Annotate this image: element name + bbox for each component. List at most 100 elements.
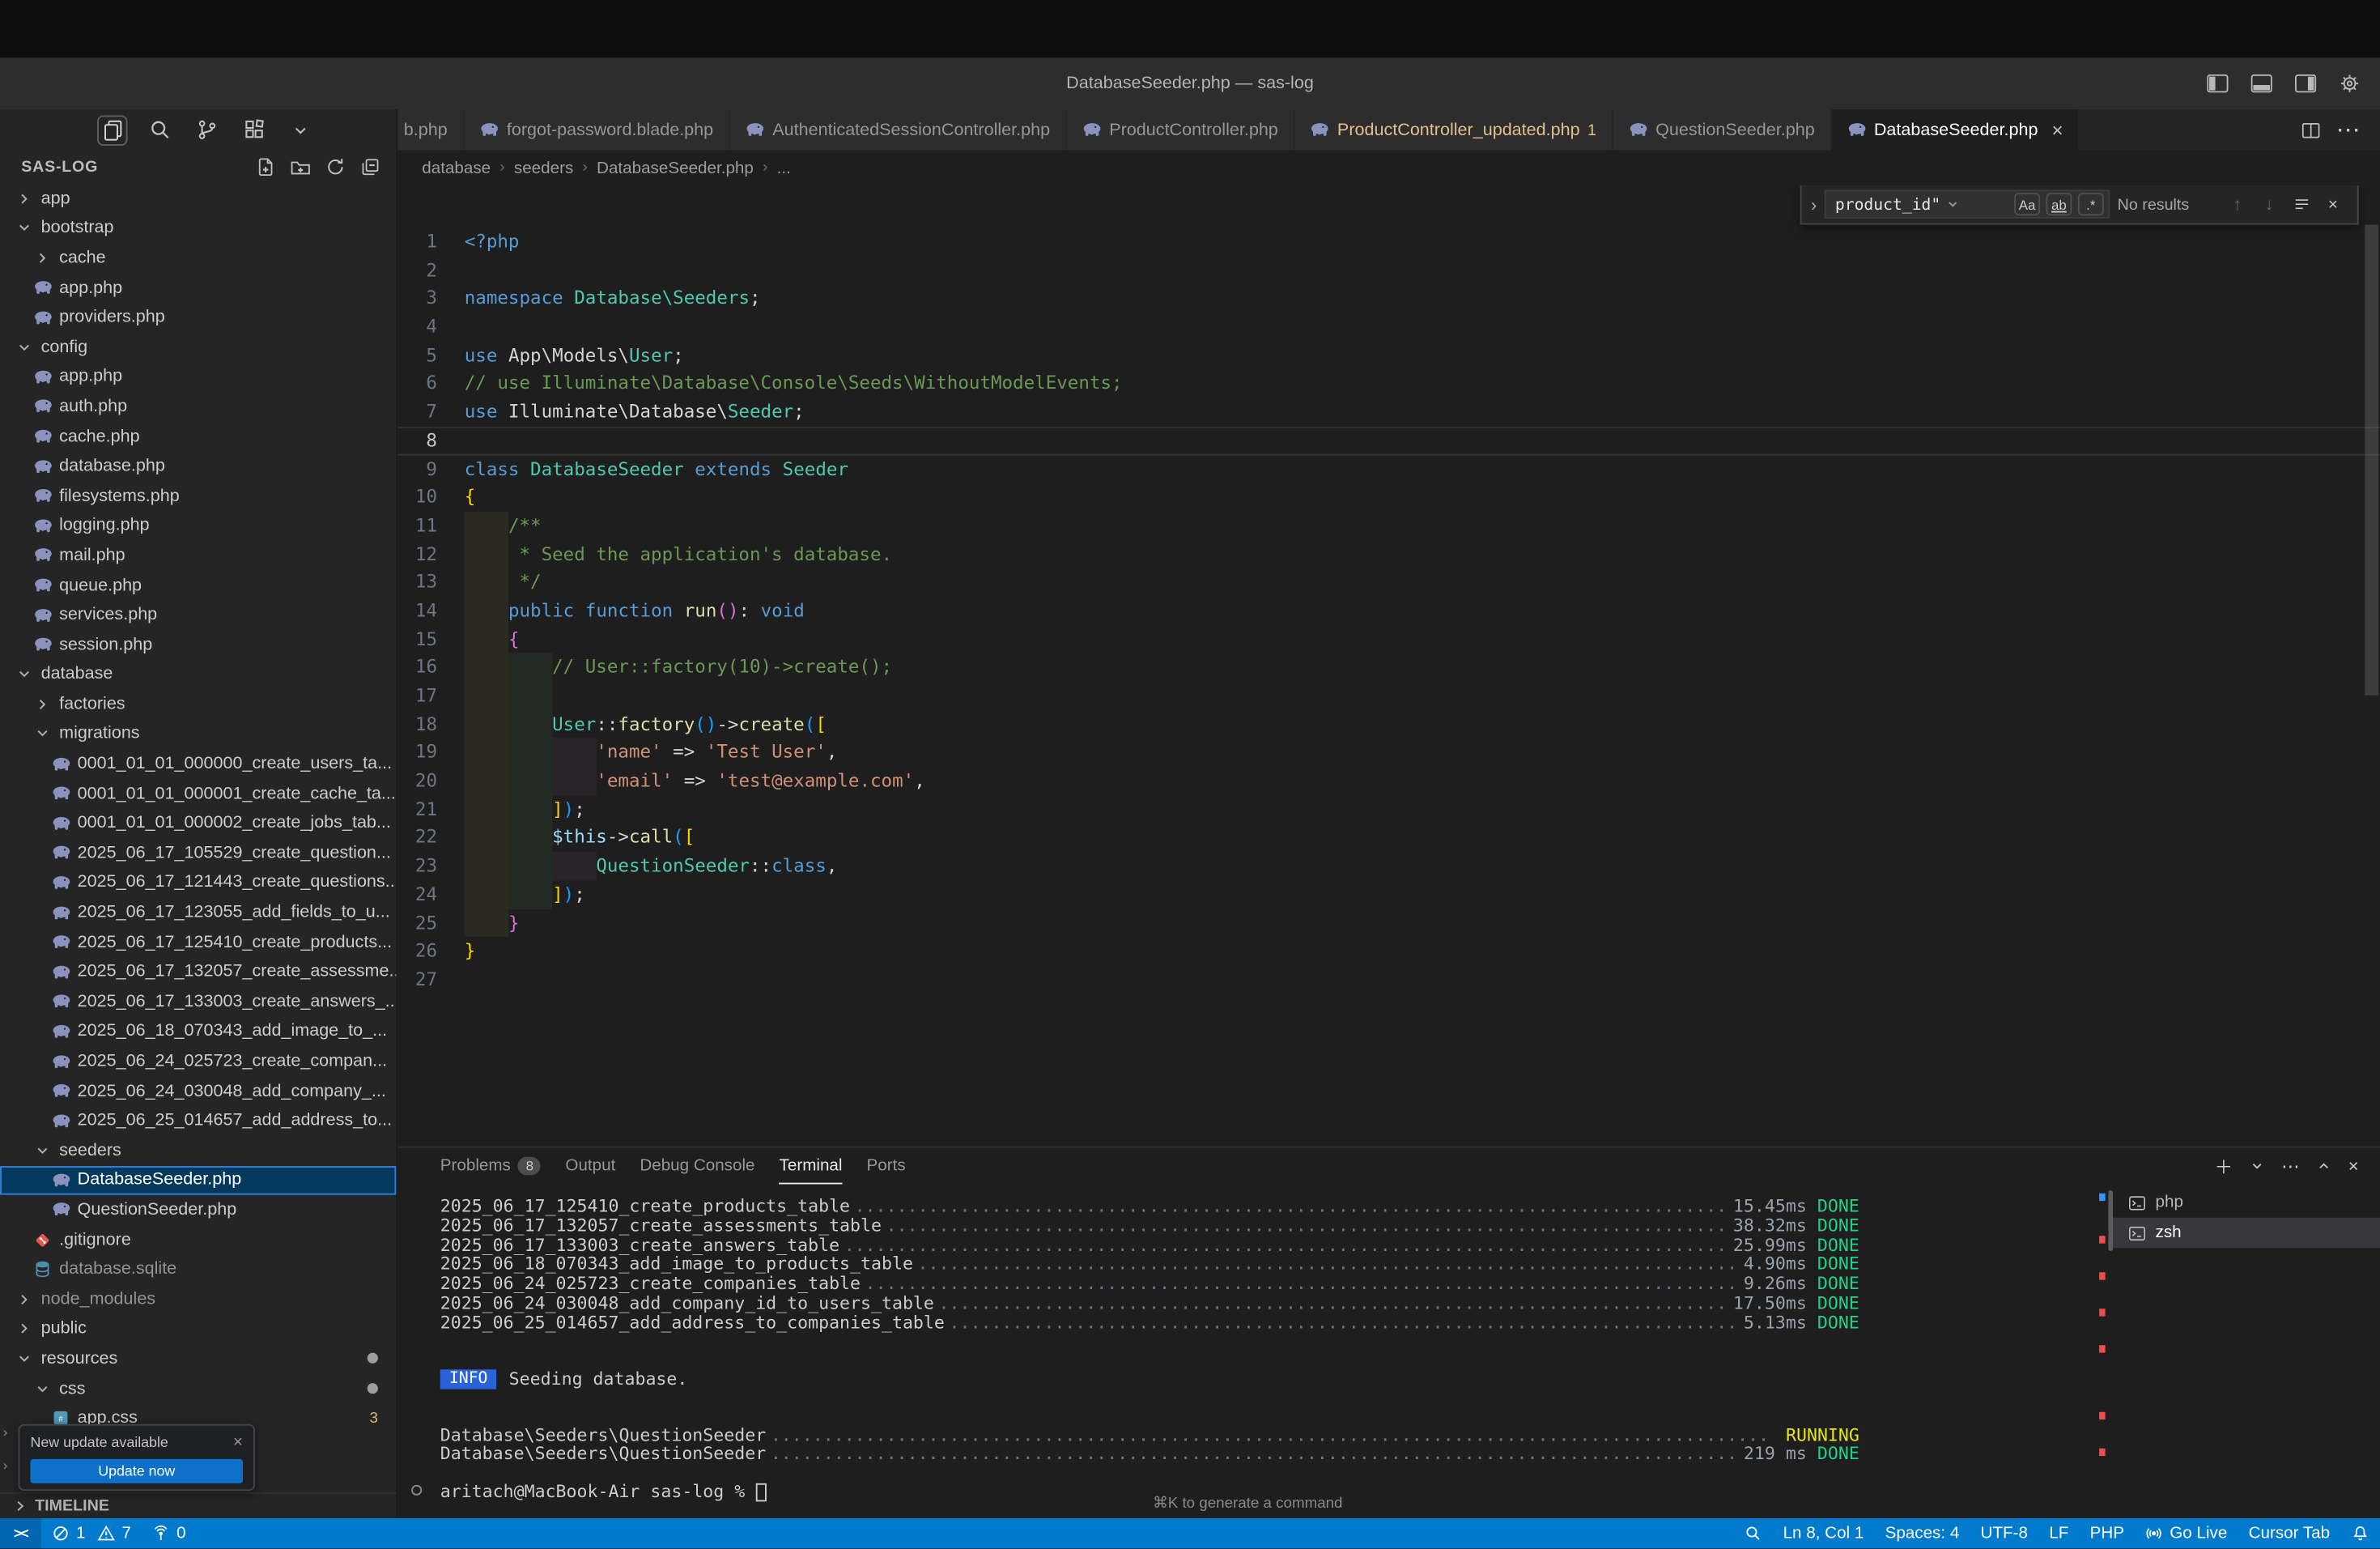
tree-item[interactable]: 2025_06_17_121443_create_questions...: [0, 868, 396, 898]
match-case-toggle[interactable]: Aa: [2014, 193, 2040, 215]
terminal-instance-php[interactable]: php: [2113, 1187, 2380, 1218]
find-collapse-chevron-icon[interactable]: ›: [1811, 194, 1817, 215]
editor-tab[interactable]: AuthenticatedSessionController.php: [730, 109, 1067, 151]
tree-item[interactable]: 2025_06_24_025723_create_compan...: [0, 1046, 396, 1076]
breadcrumb-item[interactable]: database: [422, 159, 491, 177]
editor-scrollbar[interactable]: [2365, 185, 2380, 1147]
breadcrumb-item[interactable]: ...: [777, 159, 791, 177]
terminal-instance-zsh[interactable]: zsh: [2113, 1218, 2380, 1249]
cursor-tab-status[interactable]: Cursor Tab: [2238, 1518, 2340, 1549]
tree-item[interactable]: session.php: [0, 630, 396, 660]
tree-item[interactable]: 2025_06_18_070343_add_image_to_...: [0, 1017, 396, 1047]
extensions-icon[interactable]: [238, 115, 269, 146]
new-file-icon[interactable]: [253, 155, 276, 178]
tree-item[interactable]: migrations: [0, 719, 396, 749]
new-terminal-icon[interactable]: ＋: [2215, 1153, 2233, 1179]
panel-tab-terminal[interactable]: Terminal: [780, 1148, 843, 1185]
indentation-status[interactable]: Spaces: 4: [1874, 1518, 1970, 1549]
code-editor[interactable]: › product_id" Aa ab .* No results ↑ ↓: [397, 185, 2380, 1147]
editor-tab[interactable]: forgot-password.blade.php: [464, 109, 729, 151]
chevron-down-icon[interactable]: [1945, 198, 1959, 211]
tree-item[interactable]: 2025_06_17_133003_create_answers_...: [0, 987, 396, 1017]
tree-item[interactable]: providers.php: [0, 303, 396, 333]
collapse-all-icon[interactable]: [359, 155, 381, 178]
tree-item[interactable]: filesystems.php: [0, 481, 396, 511]
panel-tab-ports[interactable]: Ports: [867, 1148, 906, 1185]
tree-item[interactable]: app: [0, 184, 396, 214]
source-control-icon[interactable]: [191, 115, 222, 146]
tree-item[interactable]: app.php: [0, 273, 396, 303]
tree-item[interactable]: 2025_06_25_014657_add_address_to...: [0, 1106, 396, 1136]
ports-status[interactable]: 0: [142, 1518, 197, 1549]
tree-item[interactable]: seeders: [0, 1136, 396, 1166]
close-icon[interactable]: ×: [2051, 120, 2063, 139]
layout-sidebar-right-icon[interactable]: [2293, 73, 2318, 94]
panel-tab-problems[interactable]: Problems8: [440, 1148, 542, 1185]
whole-word-toggle[interactable]: ab: [2046, 193, 2072, 215]
editor-tab[interactable]: QuestionSeeder.php: [1613, 109, 1832, 151]
encoding-status[interactable]: UTF-8: [1970, 1518, 2038, 1549]
tree-item[interactable]: resources: [0, 1344, 396, 1374]
remote-indicator[interactable]: ><: [0, 1518, 41, 1549]
tree-item[interactable]: queue.php: [0, 570, 396, 600]
breadcrumb-item[interactable]: seeders: [514, 159, 573, 177]
tree-item[interactable]: node_modules: [0, 1284, 396, 1314]
tree-item[interactable]: auth.php: [0, 392, 396, 422]
tree-item[interactable]: config: [0, 333, 396, 363]
editor-tab[interactable]: b.php: [397, 109, 464, 151]
terminal-dropdown-chevron-icon[interactable]: [2250, 1159, 2265, 1174]
tree-item[interactable]: .gitignore: [0, 1225, 396, 1255]
new-folder-icon[interactable]: [288, 155, 311, 178]
search-icon[interactable]: [144, 115, 175, 146]
editor-tab[interactable]: ProductController_updated.php1: [1294, 109, 1613, 151]
tree-item[interactable]: database.sqlite: [0, 1254, 396, 1284]
files-explorer-icon[interactable]: [97, 115, 128, 146]
find-input[interactable]: product_id" Aa ab .*: [1825, 189, 2110, 219]
language-mode[interactable]: PHP: [2079, 1518, 2135, 1549]
tree-item[interactable]: cache: [0, 243, 396, 273]
tree-item[interactable]: factories: [0, 689, 396, 719]
tree-item[interactable]: 2025_06_17_125410_create_products...: [0, 927, 396, 957]
tree-item[interactable]: 2025_06_17_132057_create_assessme...: [0, 957, 396, 987]
layout-sidebar-left-icon[interactable]: [2205, 73, 2229, 94]
find-close-icon[interactable]: ×: [2321, 195, 2345, 214]
cursor-position[interactable]: Ln 8, Col 1: [1772, 1518, 1874, 1549]
tree-item[interactable]: 2025_06_17_123055_add_fields_to_u...: [0, 898, 396, 928]
tree-item[interactable]: bootstrap: [0, 214, 396, 244]
tree-item[interactable]: 0001_01_01_000000_create_users_ta...: [0, 749, 396, 779]
tree-item[interactable]: mail.php: [0, 541, 396, 571]
tree-item[interactable]: app.php: [0, 362, 396, 392]
find-next-icon[interactable]: ↓: [2257, 195, 2281, 214]
tree-item[interactable]: 0001_01_01_000002_create_jobs_tab...: [0, 808, 396, 838]
tree-item[interactable]: QuestionSeeder.php: [0, 1195, 396, 1225]
panel-maximize-chevron-icon[interactable]: [2316, 1159, 2331, 1174]
find-in-selection-icon[interactable]: [2289, 196, 2314, 213]
find-previous-icon[interactable]: ↑: [2225, 195, 2250, 214]
tree-item[interactable]: database: [0, 660, 396, 690]
tree-item[interactable]: services.php: [0, 600, 396, 630]
notifications-bell-icon[interactable]: [2340, 1518, 2380, 1549]
breadcrumb-item[interactable]: DatabaseSeeder.php: [597, 159, 754, 177]
zoom-status-icon[interactable]: [1733, 1518, 1773, 1549]
tree-item[interactable]: database.php: [0, 452, 396, 482]
tree-item[interactable]: logging.php: [0, 511, 396, 541]
update-now-button[interactable]: Update now: [31, 1459, 244, 1483]
editor-tab[interactable]: ProductController.php: [1067, 109, 1295, 151]
problems-status[interactable]: 1 7: [41, 1518, 142, 1549]
tree-item[interactable]: public: [0, 1314, 396, 1344]
split-editor-icon[interactable]: [2301, 121, 2321, 139]
panel-more-icon[interactable]: ⋯: [2281, 1155, 2300, 1177]
tree-item[interactable]: 0001_01_01_000001_create_cache_ta...: [0, 779, 396, 809]
editor-tab[interactable]: DatabaseSeeder.php×: [1831, 109, 2080, 151]
close-icon[interactable]: ×: [233, 1433, 243, 1452]
tree-item[interactable]: 2025_06_17_105529_create_question...: [0, 838, 396, 868]
go-live-button[interactable]: Go Live: [2135, 1518, 2238, 1549]
regex-toggle[interactable]: .*: [2078, 193, 2104, 215]
tree-item[interactable]: cache.php: [0, 422, 396, 452]
more-actions-icon[interactable]: ⋯: [2336, 115, 2362, 146]
layout-panel-icon[interactable]: [2250, 73, 2274, 94]
chevron-down-icon[interactable]: [286, 115, 317, 146]
eol-status[interactable]: LF: [2038, 1518, 2079, 1549]
tree-item[interactable]: css: [0, 1373, 396, 1403]
settings-gear-icon[interactable]: [2338, 73, 2362, 94]
